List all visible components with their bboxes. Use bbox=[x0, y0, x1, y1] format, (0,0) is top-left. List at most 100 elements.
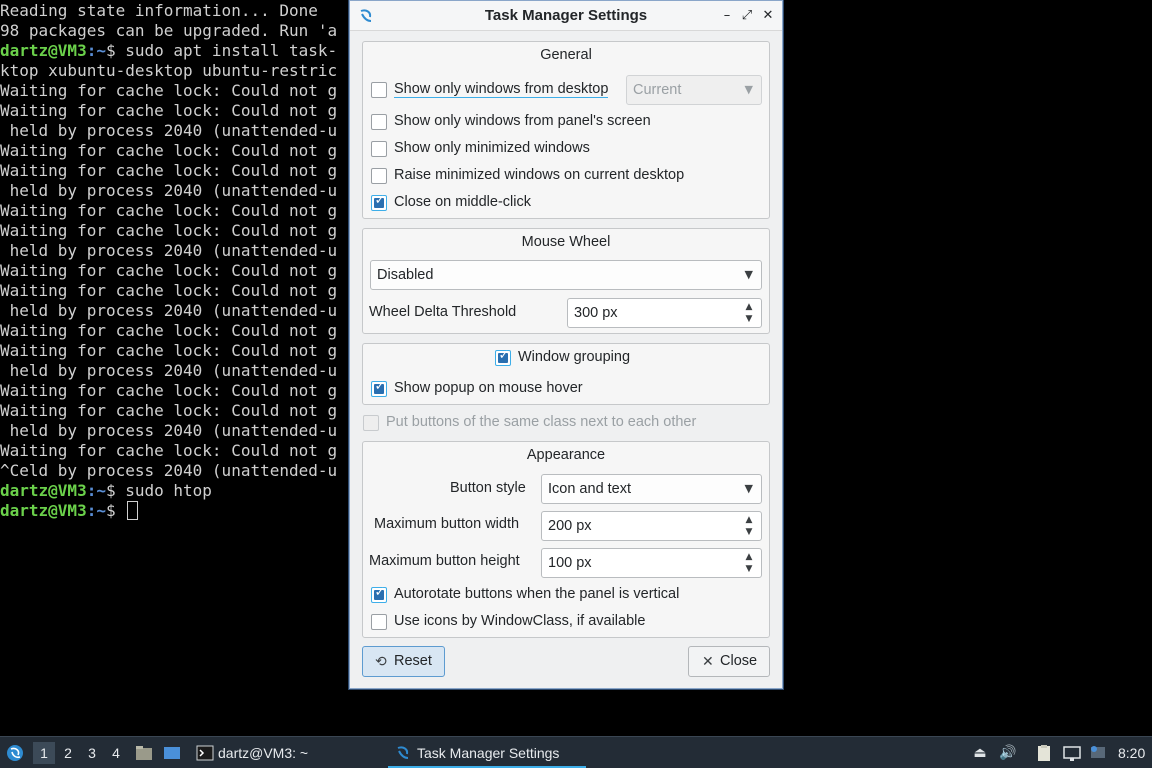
desktop-3-button[interactable]: 3 bbox=[81, 742, 103, 764]
terminal-line: Reading state information... Done bbox=[0, 1, 318, 20]
terminal-line: Waiting for cache lock: Could not g bbox=[0, 221, 338, 240]
show-only-desktop-label: Show only windows from desktop bbox=[394, 81, 609, 98]
chevron-down-icon[interactable]: ▼ bbox=[743, 526, 755, 538]
desktop-4-button[interactable]: 4 bbox=[105, 742, 127, 764]
terminal-line: ktop xubuntu-desktop ubuntu-restric bbox=[0, 61, 338, 80]
task-manager-settings-dialog: Task Manager Settings – ⤢ ✕ General Show… bbox=[349, 0, 783, 689]
desktop-combo-value: Current bbox=[633, 82, 682, 98]
chevron-up-icon[interactable]: ▲ bbox=[743, 514, 755, 526]
terminal-line: Waiting for cache lock: Could not g bbox=[0, 81, 338, 100]
max-width-label: Maximum button width bbox=[374, 516, 520, 532]
terminal-line: Waiting for cache lock: Could not g bbox=[0, 381, 338, 400]
window-grouping-label: Window grouping bbox=[518, 349, 631, 365]
button-style-combo[interactable]: Icon and text ▼ bbox=[541, 474, 762, 504]
wheel-delta-value: 300 px bbox=[574, 305, 618, 321]
window-grouping-checkbox[interactable]: ✓ bbox=[495, 348, 511, 366]
close-label: Close bbox=[720, 653, 758, 669]
eject-icon[interactable]: ⏏ bbox=[971, 744, 989, 762]
raise-minimized-checkbox[interactable] bbox=[371, 168, 387, 184]
mouse-wheel-group: Mouse Wheel Disabled ▼ Wheel Delta Thres… bbox=[362, 228, 770, 334]
terminal-icon bbox=[196, 744, 214, 762]
chevron-down-icon: ▼ bbox=[744, 83, 753, 96]
chevron-down-icon[interactable]: ▼ bbox=[743, 563, 755, 575]
terminal-line: held by process 2040 (unattended-u bbox=[0, 301, 338, 320]
show-desktop-icon[interactable] bbox=[163, 744, 181, 762]
taskbar: 1 2 3 4 dartz@VM3: ~ Task Manager Settin… bbox=[0, 736, 1152, 768]
general-title: General bbox=[540, 47, 592, 63]
terminal-line: Waiting for cache lock: Could not g bbox=[0, 201, 338, 220]
close-middle-click-label: Close on middle-click bbox=[394, 194, 531, 210]
terminal-line: dartz@VM3:~$ sudo apt install task- bbox=[0, 41, 337, 61]
show-only-panel-screen-label: Show only windows from panel's screen bbox=[394, 113, 651, 129]
put-buttons-same-class-label: Put buttons of the same class next to ea… bbox=[386, 414, 697, 430]
prompt-command: $ sudo htop bbox=[105, 481, 212, 500]
mouse-wheel-combo[interactable]: Disabled ▼ bbox=[370, 260, 762, 290]
show-only-minimized-checkbox[interactable] bbox=[371, 141, 387, 157]
close-icon[interactable]: ✕ bbox=[759, 7, 777, 25]
max-height-spinbox[interactable]: 100 px ▲ ▼ bbox=[541, 548, 762, 578]
general-group: General Show only windows from desktop C… bbox=[362, 41, 770, 219]
prompt-path: :~ bbox=[86, 501, 106, 520]
put-buttons-same-class-checkbox bbox=[363, 415, 379, 431]
use-icons-windowclass-label: Use icons by WindowClass, if available bbox=[394, 613, 646, 629]
autorotate-label: Autorotate buttons when the panel is ver… bbox=[394, 586, 680, 602]
terminal-line: Waiting for cache lock: Could not g bbox=[0, 261, 338, 280]
wheel-delta-label: Wheel Delta Threshold bbox=[369, 304, 517, 320]
clock[interactable]: 8:20 bbox=[1118, 737, 1145, 768]
show-popup-checkbox[interactable]: ✓ bbox=[371, 379, 387, 397]
terminal-line: held by process 2040 (unattended-u bbox=[0, 241, 338, 260]
terminal-line: held by process 2040 (unattended-u bbox=[0, 121, 338, 140]
button-style-value: Icon and text bbox=[548, 481, 632, 497]
show-only-panel-screen-checkbox[interactable] bbox=[371, 114, 387, 130]
chevron-down-icon: ▼ bbox=[744, 268, 753, 281]
prompt-command: $ sudo apt install task- bbox=[105, 41, 338, 60]
notification-icon[interactable] bbox=[1089, 744, 1107, 762]
window-grouping-group: ✓ Window grouping ✓ Show popup on mouse … bbox=[362, 343, 770, 405]
clipboard-icon[interactable] bbox=[1035, 744, 1053, 762]
reset-button[interactable]: ⟲ Reset bbox=[362, 646, 445, 677]
task-terminal[interactable]: dartz@VM3: ~ bbox=[190, 738, 370, 768]
terminal-line: Waiting for cache lock: Could not g bbox=[0, 161, 338, 180]
use-icons-windowclass-checkbox[interactable] bbox=[371, 614, 387, 630]
prompt-path: :~ bbox=[86, 481, 106, 500]
desktop-2-button[interactable]: 2 bbox=[57, 742, 79, 764]
show-only-desktop-checkbox[interactable] bbox=[371, 82, 387, 98]
max-height-label: Maximum button height bbox=[369, 553, 520, 569]
appearance-group: Appearance Button style Icon and text ▼ … bbox=[362, 441, 770, 638]
wheel-delta-spinbox[interactable]: 300 px ▲ ▼ bbox=[567, 298, 762, 328]
chevron-up-icon[interactable]: ▲ bbox=[743, 301, 755, 313]
prompt-command: $ bbox=[105, 501, 126, 520]
max-width-value: 200 px bbox=[548, 518, 592, 534]
max-height-value: 100 px bbox=[548, 555, 592, 571]
network-icon[interactable] bbox=[1063, 744, 1081, 762]
terminal-line: dartz@VM3:~$ sudo htop bbox=[0, 481, 212, 501]
lxqt-menu-icon[interactable] bbox=[6, 744, 24, 762]
terminal-line: dartz@VM3:~$ bbox=[0, 501, 139, 521]
desktop-1-button[interactable]: 1 bbox=[33, 742, 55, 764]
terminal-line: held by process 2040 (unattended-u bbox=[0, 181, 338, 200]
volume-icon[interactable]: 🔊 bbox=[999, 744, 1017, 762]
close-middle-click-checkbox[interactable]: ✓ bbox=[371, 193, 387, 211]
chevron-up-icon[interactable]: ▲ bbox=[743, 551, 755, 563]
desktop-combo: Current ▼ bbox=[626, 75, 762, 105]
terminal-line: Waiting for cache lock: Could not g bbox=[0, 281, 338, 300]
maximize-icon[interactable]: ⤢ bbox=[738, 7, 756, 25]
chevron-down-icon[interactable]: ▼ bbox=[743, 313, 755, 325]
appearance-title: Appearance bbox=[526, 447, 606, 463]
prompt-path: :~ bbox=[86, 41, 106, 60]
max-width-spinbox[interactable]: 200 px ▲ ▼ bbox=[541, 511, 762, 541]
terminal-line: held by process 2040 (unattended-u bbox=[0, 421, 338, 440]
button-style-label: Button style bbox=[450, 480, 526, 496]
close-button[interactable]: ✕ Close bbox=[688, 646, 770, 677]
chevron-down-icon: ▼ bbox=[744, 482, 753, 495]
mouse-wheel-value: Disabled bbox=[377, 267, 434, 283]
autorotate-checkbox[interactable]: ✓ bbox=[371, 585, 387, 603]
terminal-cursor bbox=[127, 501, 139, 520]
task-settings[interactable]: Task Manager Settings bbox=[388, 738, 586, 768]
file-manager-icon[interactable] bbox=[135, 744, 153, 762]
terminal-line: held by process 2040 (unattended-u bbox=[0, 361, 338, 380]
minimize-icon[interactable]: – bbox=[718, 7, 736, 25]
title-bar[interactable]: Task Manager Settings – ⤢ ✕ bbox=[350, 1, 782, 31]
mouse-wheel-title: Mouse Wheel bbox=[521, 234, 611, 250]
undo-icon: ⟲ bbox=[375, 653, 387, 669]
